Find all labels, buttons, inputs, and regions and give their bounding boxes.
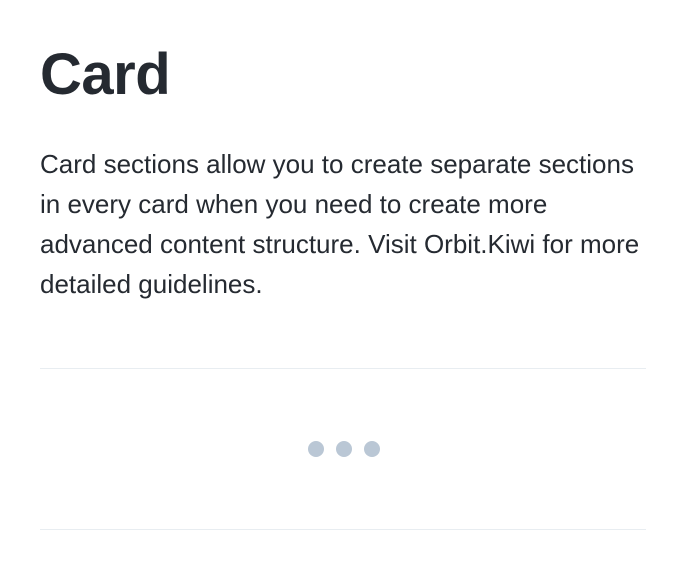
section-divider-top [40, 368, 646, 369]
loading-dot-icon [308, 441, 324, 457]
section-divider-bottom [40, 529, 646, 530]
loading-indicator [0, 441, 686, 459]
loading-dot-icon [364, 441, 380, 457]
card-description: Card sections allow you to create separa… [40, 149, 640, 299]
card: Card Card sections allow you to create s… [0, 0, 686, 572]
loading-dot-icon [336, 441, 352, 457]
card-title: Card [40, 42, 171, 107]
